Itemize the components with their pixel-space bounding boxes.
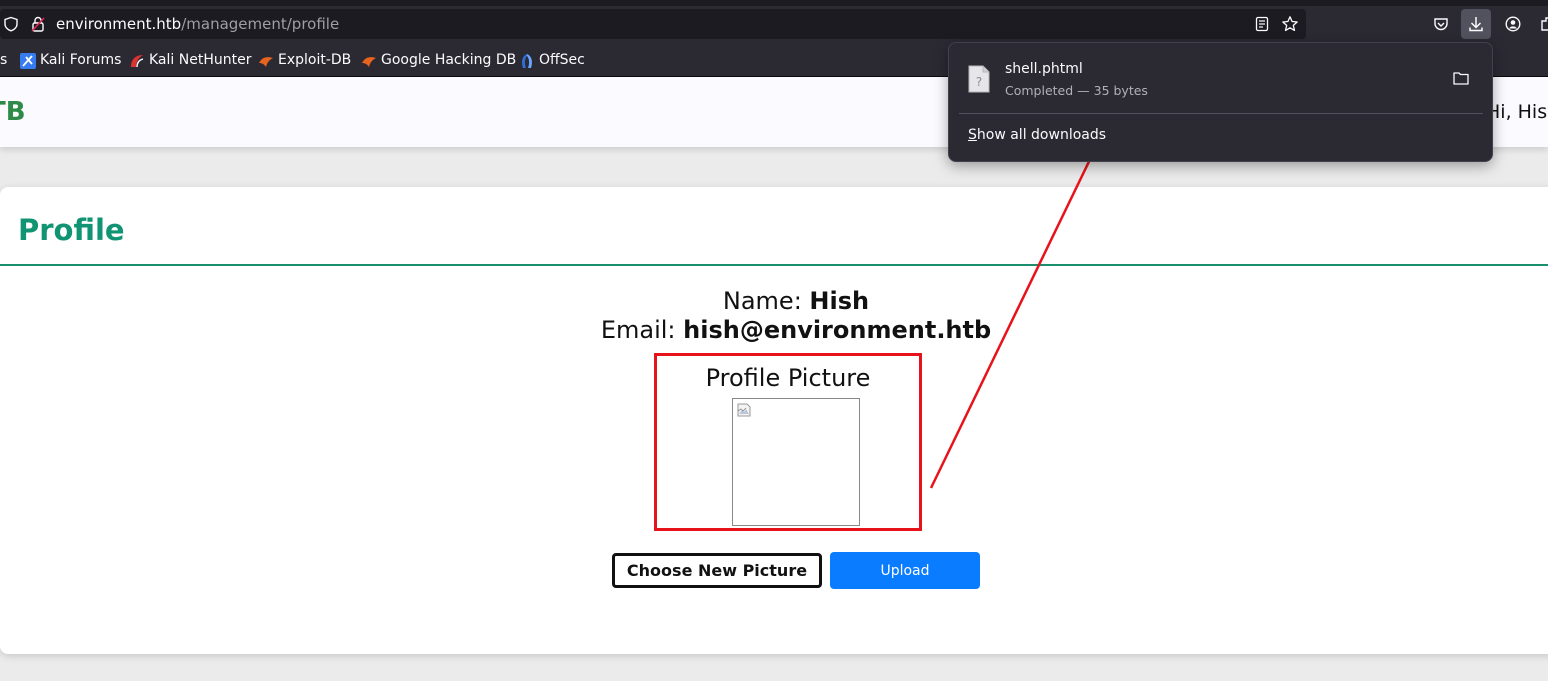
url-path: /management/profile [181,15,340,33]
show-all-downloads-link[interactable]: Show all downloads [968,127,1106,143]
bookmark-offsec[interactable]: OffSec [539,52,585,68]
bookmark-kali-forums[interactable]: Kali Forums [40,52,121,68]
downloads-button[interactable] [1461,9,1491,39]
email-label: Email: [600,316,676,344]
account-icon [1505,16,1521,32]
profile-email: Email: hish@environment.htb [0,316,1548,344]
name-value: Hish [809,287,870,315]
site-brand[interactable]: TB [0,97,26,127]
page-title: Profile [18,213,125,247]
lock-icon[interactable] [31,16,45,32]
name-label: Name: [722,287,802,315]
bookmark-google-hacking-db[interactable]: Google Hacking DB [381,52,516,68]
downloads-divider [959,113,1483,114]
bookmark-kali-nethunter[interactable]: Kali NetHunter [149,52,251,68]
pocket-icon [1434,18,1448,31]
email-value: hish@environment.htb [683,316,992,344]
account-button[interactable] [1498,9,1528,39]
bookmark-star-icon[interactable] [1281,15,1299,33]
show-all-accesskey: S [968,127,977,143]
choose-picture-button[interactable]: Choose New Picture [612,553,822,588]
downloads-panel: ? shell.phtml Completed — 35 bytes Show … [948,42,1493,162]
svg-text:?: ? [976,75,982,89]
profile-name: Name: Hish [0,287,1548,315]
url-bar[interactable]: environment.htb/management/profile [0,9,1306,39]
exploit-db-icon [259,57,273,67]
download-status: Completed — 35 bytes [1005,83,1148,98]
navigation-toolbar: environment.htb/management/profile [0,6,1548,42]
url-text[interactable]: environment.htb/management/profile [56,15,339,33]
url-domain: environment.htb [56,15,182,33]
offsec-icon [522,54,532,68]
show-all-label: how all downloads [976,127,1107,143]
kali-nethunter-icon [131,55,144,68]
title-divider [0,264,1548,266]
pocket-button[interactable] [1426,9,1456,39]
kali-forums-icon [20,53,36,69]
unknown-file-icon: ? [968,65,990,93]
download-file-name[interactable]: shell.phtml [1005,61,1083,77]
bookmark-exploit-db[interactable]: Exploit-DB [278,52,351,68]
folder-icon[interactable] [1453,71,1469,85]
extensions-icon [1541,17,1548,31]
upload-button[interactable]: Upload [830,552,980,589]
extensions-button[interactable] [1533,9,1548,39]
shield-icon[interactable] [3,16,19,32]
user-greeting[interactable]: Hi, Hish [1486,101,1548,123]
google-hacking-db-icon [362,57,376,67]
download-icon [1469,17,1483,32]
bookmark-truncated[interactable]: s [0,52,7,68]
annotation-highlight-box [654,353,922,531]
reader-mode-icon[interactable] [1254,16,1270,32]
